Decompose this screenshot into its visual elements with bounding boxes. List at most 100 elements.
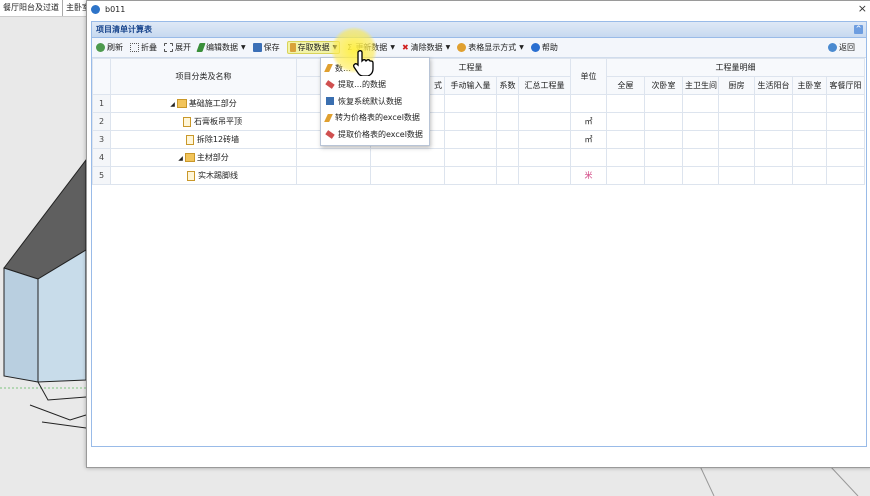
folder-icon (184, 153, 195, 162)
tree-node[interactable]: 石膏板吊平顶 (110, 112, 297, 131)
clear-x-icon: ✖ (401, 43, 409, 52)
pencil-icon (324, 113, 333, 122)
help-icon (530, 43, 540, 52)
row-number: 1 (92, 94, 111, 113)
close-icon[interactable]: × (858, 2, 867, 15)
save-icon (252, 43, 262, 52)
row-number: 2 (92, 112, 111, 131)
pencil-icon (324, 64, 333, 73)
data-grid: 项目分类及名称 工程量 单位 工程量明细 选按 式 手动输入量 系数 汇总工程量… (92, 58, 866, 185)
row-number: 4 (92, 148, 111, 167)
document-icon (187, 170, 195, 181)
total-header[interactable]: 汇总工程量 (518, 76, 571, 95)
chevron-down-icon: ▼ (332, 44, 338, 51)
collapse-panel-icon[interactable]: ^ (854, 25, 863, 34)
expand-triangle-icon[interactable]: ◢ (178, 155, 183, 162)
pencil-icon (289, 43, 296, 52)
menu-item-label: 提取…的数据 (338, 80, 386, 90)
table-row[interactable]: 5 实木踢脚线 米 (92, 166, 866, 185)
tree-node[interactable]: 实木踢脚线 (110, 166, 297, 185)
edit-data-button[interactable]: 编辑数据 ▼ (196, 42, 246, 53)
tree-node[interactable]: ◢ 主材部分 (110, 148, 297, 167)
help-button[interactable]: 帮助 (530, 42, 558, 53)
folder-icon (176, 99, 187, 108)
room-header[interactable]: 客餐厅阳 (825, 76, 866, 95)
expand-triangle-icon[interactable]: ◢ (170, 101, 175, 108)
row-name: 主材部分 (196, 153, 229, 162)
row-unit: ㎡ (570, 130, 607, 149)
table-row[interactable]: 3 拆除12砖墙 ㎡ (92, 130, 866, 149)
menu-item-restore-default[interactable]: 恢复系统默认数据 (321, 93, 429, 110)
room-header[interactable]: 主卧室 (792, 76, 827, 95)
room-header[interactable]: 全屋 (606, 76, 645, 95)
return-icon (828, 43, 837, 52)
tree-node[interactable]: 拆除12砖墙 (110, 130, 297, 149)
window-title: b011 (105, 4, 126, 14)
store-data-label: 存取数据 (297, 43, 330, 52)
store-data-button[interactable]: 存取数据 ▼ (286, 41, 341, 54)
manual-input-header[interactable]: 手动输入量 (444, 76, 497, 95)
menu-item-convert-excel[interactable]: 转为价格表的excel数据 (321, 110, 429, 127)
pencil-icon (196, 43, 206, 52)
table-row[interactable]: 4 ◢ 主材部分 (92, 148, 866, 167)
table-row[interactable]: 1 ◢ 基础施工部分 (92, 94, 866, 113)
unit-header[interactable]: 单位 (570, 58, 607, 95)
document-icon (183, 116, 191, 127)
row-name: 实木踢脚线 (198, 171, 238, 180)
table-row[interactable]: 2 石膏板吊平顶 ㎡ (92, 112, 866, 131)
table-display-button[interactable]: 表格显示方式 ▼ (457, 42, 524, 53)
toolbar: 刷新 折叠 展开 编辑数据 ▼ 保存 存取数据 ▼ Σ 更新数据 ▼ ✖ 清除数… (92, 38, 866, 58)
room-header[interactable]: 厨房 (718, 76, 755, 95)
panel-header: 项目清单计算表 ^ (92, 22, 866, 38)
eraser-icon (325, 129, 335, 139)
edit-data-label: 编辑数据 (206, 43, 238, 52)
menu-item-label: 恢复系统默认数据 (338, 96, 402, 106)
row-unit: ㎡ (570, 112, 607, 131)
clear-data-label: 清除数据 (410, 43, 443, 52)
refresh-icon (96, 43, 105, 52)
update-data-button[interactable]: Σ 更新数据 ▼ (347, 42, 395, 53)
menu-item-label: 数… (335, 63, 351, 73)
expand-button[interactable]: 展开 (164, 42, 191, 53)
menu-item-extract-excel[interactable]: 提取价格表的excel数据 (321, 126, 429, 143)
collapse-button[interactable]: 折叠 (130, 42, 157, 53)
background-tab[interactable]: 餐厅阳台及过道 (0, 0, 63, 16)
refresh-label: 刷新 (107, 43, 123, 52)
chevron-down-icon: ▼ (241, 44, 246, 51)
room-header[interactable]: 次卧室 (644, 76, 683, 95)
room-header[interactable]: 主卫生间 (682, 76, 719, 95)
table-display-icon (457, 43, 467, 52)
table-display-label: 表格显示方式 (468, 43, 517, 52)
refresh-button[interactable]: 刷新 (96, 42, 123, 53)
menu-item-extract-data[interactable]: 提取…的数据 (321, 77, 429, 94)
save-button[interactable]: 保存 (252, 42, 280, 53)
help-label: 帮助 (541, 43, 558, 52)
monitor-icon (326, 97, 334, 106)
expand-label: 展开 (175, 43, 191, 52)
dialog-window: b011 × 项目清单计算表 ^ 刷新 折叠 展开 编辑数据 ▼ 保存 存取数据… (86, 0, 870, 468)
panel-title: 项目清单计算表 (96, 25, 152, 34)
app-icon (91, 4, 100, 14)
return-label: 返回 (839, 43, 855, 52)
row-unit (570, 94, 607, 113)
row-name: 石膏板吊平顶 (194, 117, 242, 126)
row-name: 拆除12砖墙 (196, 135, 240, 144)
return-button[interactable]: 返回 (828, 42, 855, 53)
clear-data-button[interactable]: ✖ 清除数据 ▼ (402, 42, 450, 53)
eraser-icon (325, 80, 335, 90)
row-name: 基础施工部分 (188, 99, 237, 108)
name-header[interactable]: 项目分类及名称 (110, 58, 297, 95)
chevron-down-icon: ▼ (390, 44, 395, 51)
store-data-menu: 数… 提取…的数据 恢复系统默认数据 转为价格表的excel数据 提取价格表的e… (320, 57, 430, 146)
chevron-down-icon: ▼ (519, 44, 524, 51)
update-data-label: 更新数据 (355, 43, 388, 52)
panel: 项目清单计算表 ^ 刷新 折叠 展开 编辑数据 ▼ 保存 存取数据 ▼ Σ 更新… (91, 21, 867, 447)
tree-node[interactable]: ◢ 基础施工部分 (110, 94, 297, 113)
window-titlebar: b011 × (87, 1, 870, 17)
chevron-down-icon: ▼ (445, 44, 451, 51)
room-header[interactable]: 生活阳台 (754, 76, 793, 95)
background-tab-bar: 餐厅阳台及过道 主卧室 (0, 0, 94, 17)
menu-item-save-data[interactable]: 数… (321, 60, 429, 77)
coefficient-header[interactable]: 系数 (496, 76, 519, 95)
row-number: 3 (92, 130, 111, 149)
